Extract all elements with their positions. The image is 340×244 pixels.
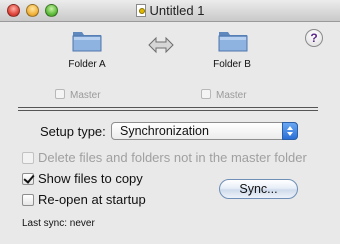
folder-a-master-label: Master bbox=[70, 90, 101, 101]
reopen-label: Re-open at startup bbox=[38, 192, 146, 207]
delete-option-row: Delete files and folders not in the mast… bbox=[22, 150, 307, 165]
show-files-label: Show files to copy bbox=[38, 171, 143, 186]
folder-b-master-checkbox[interactable] bbox=[201, 89, 211, 99]
setup-type-select[interactable]: Synchronization bbox=[111, 122, 298, 140]
setup-type-label: Setup type: bbox=[40, 124, 106, 139]
title-bar: Untitled 1 bbox=[0, 0, 340, 22]
app-window: Untitled 1 Folder A Folder B ? Master Ma… bbox=[0, 0, 340, 244]
folder-a-label: Folder A bbox=[68, 59, 106, 70]
reopen-option-row[interactable]: Re-open at startup bbox=[22, 192, 146, 207]
show-files-checkbox[interactable] bbox=[22, 173, 34, 185]
divider-top bbox=[18, 107, 318, 108]
folder-a-icon[interactable] bbox=[72, 27, 102, 53]
folder-b-master-row[interactable]: Master bbox=[201, 89, 247, 101]
reopen-checkbox[interactable] bbox=[22, 194, 34, 206]
last-sync-status: Last sync: never bbox=[22, 218, 95, 229]
swap-arrows-icon[interactable] bbox=[147, 35, 175, 55]
sync-button[interactable]: Sync... bbox=[219, 179, 298, 199]
delete-option-label: Delete files and folders not in the mast… bbox=[38, 150, 307, 165]
folder-b-icon[interactable] bbox=[218, 27, 248, 53]
select-arrows-icon[interactable] bbox=[282, 122, 298, 140]
delete-option-checkbox bbox=[22, 152, 34, 164]
folder-a-master-row[interactable]: Master bbox=[55, 89, 101, 101]
window-title-wrap: Untitled 1 bbox=[0, 3, 340, 18]
folder-b-label: Folder B bbox=[213, 59, 251, 70]
divider-bottom bbox=[18, 110, 318, 111]
window-title: Untitled 1 bbox=[149, 3, 205, 18]
folder-b-master-label: Master bbox=[216, 90, 247, 101]
folder-a-master-checkbox[interactable] bbox=[55, 89, 65, 99]
document-icon bbox=[135, 4, 146, 17]
show-files-option-row[interactable]: Show files to copy bbox=[22, 171, 143, 186]
help-button[interactable]: ? bbox=[305, 29, 323, 47]
setup-type-value: Synchronization bbox=[120, 124, 209, 138]
